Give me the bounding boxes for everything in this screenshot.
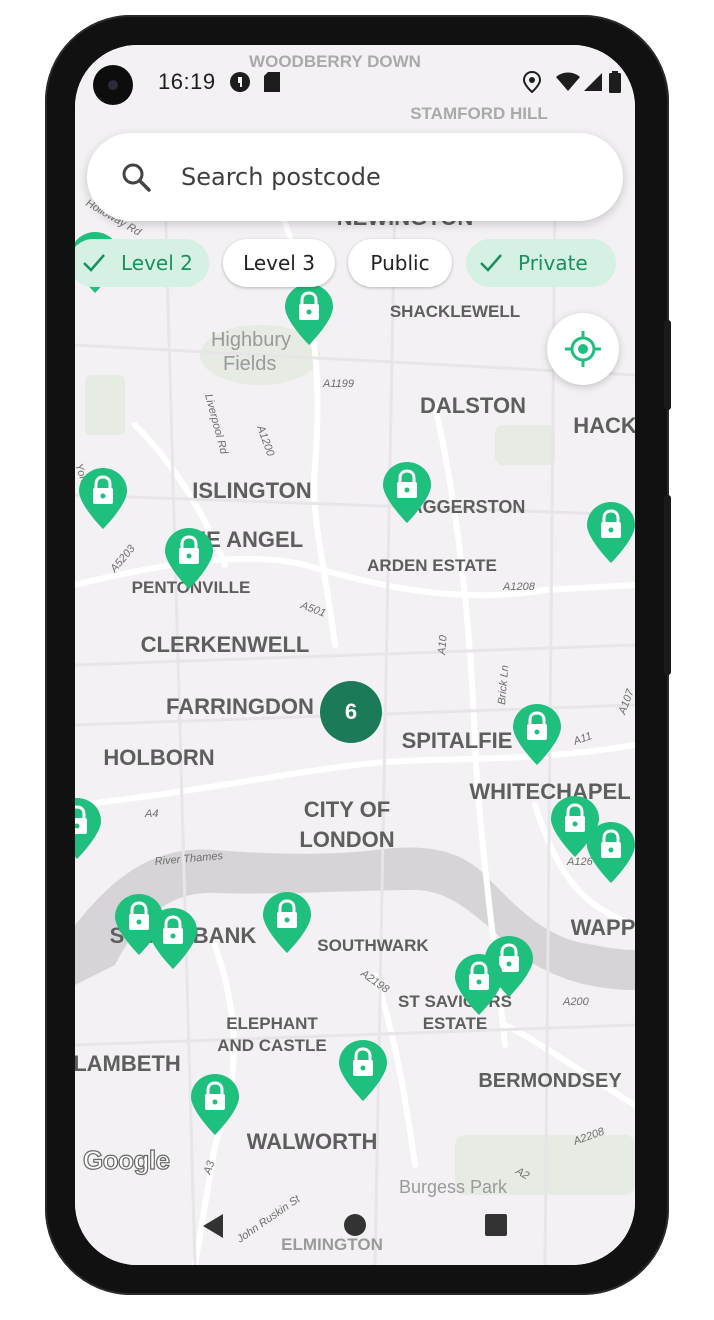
map-label-fields: Fields — [223, 353, 277, 375]
charger-pin-marker[interactable] — [585, 501, 635, 565]
charger-pin-marker[interactable] — [75, 797, 103, 861]
check-icon — [480, 254, 502, 272]
map-label-dalston: DALSTON — [420, 393, 526, 418]
map-label-clerkenwell: CLERKENWELL — [141, 632, 310, 657]
charger-pin-marker[interactable] — [147, 907, 199, 971]
filter-chip-level-2[interactable]: Level 2 — [75, 239, 209, 287]
charger-pin-marker[interactable] — [189, 1073, 241, 1137]
search-bar[interactable]: Search postcode — [87, 133, 623, 221]
home-icon[interactable] — [343, 1213, 367, 1237]
notification-icon — [230, 72, 250, 92]
road-label: A1208 — [502, 581, 536, 593]
filter-chip-label: Private — [518, 251, 588, 275]
power-button — [664, 495, 671, 675]
charger-pin-marker[interactable] — [337, 1039, 389, 1103]
wifi-icon — [556, 72, 580, 91]
google-logo: Google — [82, 1144, 170, 1175]
filter-chip-private[interactable]: Private — [466, 239, 616, 287]
map-label-city-2: LONDON — [299, 827, 394, 852]
map-label-city-1: CITY OF — [304, 797, 390, 822]
map-label-southwark: SOUTHWARK — [317, 936, 429, 955]
map-label-holborn: HOLBORN — [103, 745, 214, 770]
charger-pin-marker[interactable] — [283, 283, 335, 347]
battery-icon — [609, 71, 621, 93]
map-label-shacklewell: SHACKLEWELL — [390, 302, 520, 321]
map-label-farringdon: FARRINGDON — [166, 694, 314, 719]
road-label: A10 — [436, 634, 450, 656]
map-label-bermondsey: BERMONDSEY — [478, 1070, 622, 1092]
map-label-islington: ISLINGTON — [192, 478, 311, 503]
location-icon — [523, 71, 541, 93]
filter-chip-public[interactable]: Public — [348, 239, 452, 287]
map-label-highbury-1: Highbury — [211, 329, 291, 351]
charger-pin-marker[interactable] — [163, 527, 215, 591]
road-label: A200 — [562, 996, 590, 1008]
road-label: A1199 — [322, 378, 354, 390]
my-location-button[interactable] — [547, 313, 619, 385]
map-label-spitalfields: SPITALFIE — [402, 728, 513, 753]
crosshair-icon — [565, 331, 601, 367]
search-input[interactable]: Search postcode — [181, 163, 381, 191]
road-label: A4 — [144, 808, 158, 820]
filter-chip-label: Level 2 — [121, 251, 193, 275]
system-nav-bar — [75, 1185, 635, 1265]
sd-card-icon — [264, 72, 280, 92]
filter-chip-label: Public — [370, 251, 430, 275]
cluster-marker[interactable]: 6 — [320, 681, 382, 743]
map-label-arden-estate: ARDEN ESTATE — [367, 556, 497, 575]
search-icon[interactable] — [121, 162, 151, 192]
front-camera — [93, 65, 133, 105]
back-icon[interactable] — [201, 1213, 225, 1239]
check-icon — [83, 254, 105, 272]
charger-pin-marker[interactable] — [381, 461, 433, 525]
recents-icon[interactable] — [485, 1214, 507, 1236]
map-label-elephant-2: AND CASTLE — [217, 1036, 327, 1055]
charger-pin-marker[interactable] — [453, 953, 505, 1017]
map-label-hackney: HACK — [573, 413, 635, 438]
charger-pin-marker[interactable] — [77, 467, 129, 531]
charger-pin-marker[interactable] — [261, 891, 313, 955]
charger-pin-marker[interactable] — [511, 703, 563, 767]
charger-pin-marker[interactable] — [585, 821, 635, 885]
filter-chip-label: Level 3 — [243, 251, 315, 275]
map-label-wapping: WAPP — [571, 915, 635, 940]
volume-button — [664, 320, 671, 410]
map-label-elephant-1: ELEPHANT — [226, 1014, 318, 1033]
screen: WOODBERRY DOWN STAMFORD HILL NEWINGTON S… — [75, 45, 635, 1265]
map-label-lambeth: LAMBETH — [75, 1051, 181, 1076]
status-bar: 16:19 — [75, 45, 635, 115]
map-label-walworth: WALWORTH — [247, 1129, 378, 1154]
signal-icon — [584, 73, 602, 91]
filter-chip-level-3[interactable]: Level 3 — [223, 239, 335, 287]
status-time: 16:19 — [158, 69, 216, 94]
